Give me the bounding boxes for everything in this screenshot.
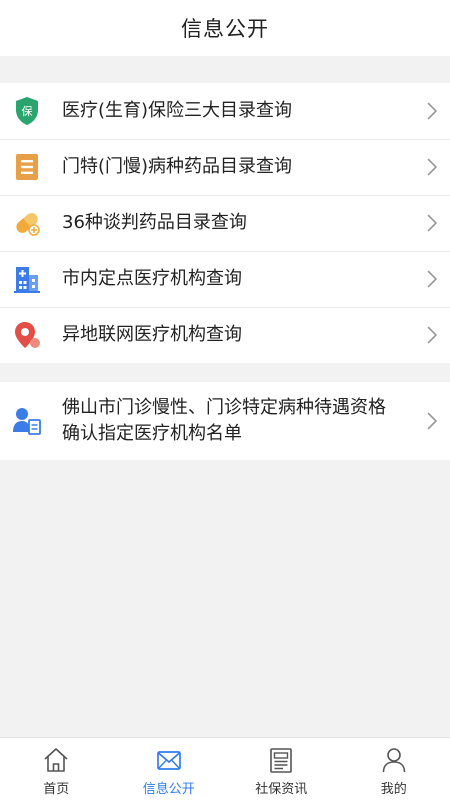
chevron-right-icon bbox=[427, 412, 438, 430]
menu-item-label: 佛山市门诊慢性、门诊特定病种待遇资格确认指定医疗机构名单 bbox=[62, 397, 386, 444]
person-document-icon bbox=[12, 406, 42, 436]
menu-item-special-disease-catalog[interactable]: 门特(门慢)病种药品目录查询 bbox=[0, 139, 450, 195]
menu-item-remote-medical-institutions[interactable]: 异地联网医疗机构查询 bbox=[0, 307, 450, 363]
tab-label: 我的 bbox=[380, 782, 407, 797]
mail-envelope-icon bbox=[156, 751, 181, 770]
home-icon bbox=[44, 748, 68, 772]
menu-item-negotiated-drugs[interactable]: 36种谈判药品目录查询 bbox=[0, 195, 450, 251]
menu-item-local-medical-institutions[interactable]: 市内定点医疗机构查询 bbox=[0, 251, 450, 307]
tab-label: 信息公开 bbox=[142, 782, 195, 797]
menu-item-label: 异地联网医疗机构查询 bbox=[62, 324, 242, 345]
menu-item-label: 市内定点医疗机构查询 bbox=[62, 268, 242, 289]
person-icon bbox=[382, 748, 406, 773]
menu-item-label: 门特(门慢)病种药品目录查询 bbox=[62, 156, 293, 177]
menu-item-label: 医疗(生育)保险三大目录查询 bbox=[62, 100, 293, 121]
tab-info-public[interactable]: 信息公开 bbox=[113, 738, 226, 800]
list-document-icon bbox=[12, 152, 42, 182]
chevron-right-icon bbox=[427, 326, 438, 344]
newspaper-icon bbox=[270, 748, 293, 773]
menu-item-insurance-catalog[interactable]: 保 医疗(生育)保险三大目录查询 bbox=[0, 83, 450, 139]
top-header: 信息公开 bbox=[0, 0, 450, 56]
chevron-right-icon bbox=[427, 214, 438, 232]
location-pin-icon bbox=[12, 320, 42, 350]
tab-label: 首页 bbox=[43, 782, 70, 797]
insurance-shield-icon: 保 bbox=[12, 96, 42, 126]
chevron-right-icon bbox=[427, 102, 438, 120]
tab-home[interactable]: 首页 bbox=[0, 738, 113, 800]
insurance-icon-text: 保 bbox=[22, 104, 33, 118]
bottom-tab-bar: 首页 信息公开 社保资讯 我的 bbox=[0, 737, 450, 800]
menu-group-designated-list: 佛山市门诊慢性、门诊特定病种待遇资格确认指定医疗机构名单 bbox=[0, 382, 450, 460]
menu-group-catalog: 保 医疗(生育)保险三大目录查询 门特(门慢)病种药品目录查询 36种谈判药品目… bbox=[0, 83, 450, 363]
hospital-building-icon bbox=[12, 264, 42, 294]
tab-mine[interactable]: 我的 bbox=[338, 738, 450, 800]
tab-social-news[interactable]: 社保资讯 bbox=[225, 738, 338, 800]
page-title: 信息公开 bbox=[181, 17, 269, 41]
pill-capsule-icon bbox=[12, 208, 42, 238]
chevron-right-icon bbox=[427, 270, 438, 288]
tab-label: 社保资讯 bbox=[255, 782, 308, 797]
menu-item-label: 36种谈判药品目录查询 bbox=[62, 212, 247, 233]
menu-item-designated-institution-list[interactable]: 佛山市门诊慢性、门诊特定病种待遇资格确认指定医疗机构名单 bbox=[0, 382, 450, 460]
chevron-right-icon bbox=[427, 158, 438, 176]
